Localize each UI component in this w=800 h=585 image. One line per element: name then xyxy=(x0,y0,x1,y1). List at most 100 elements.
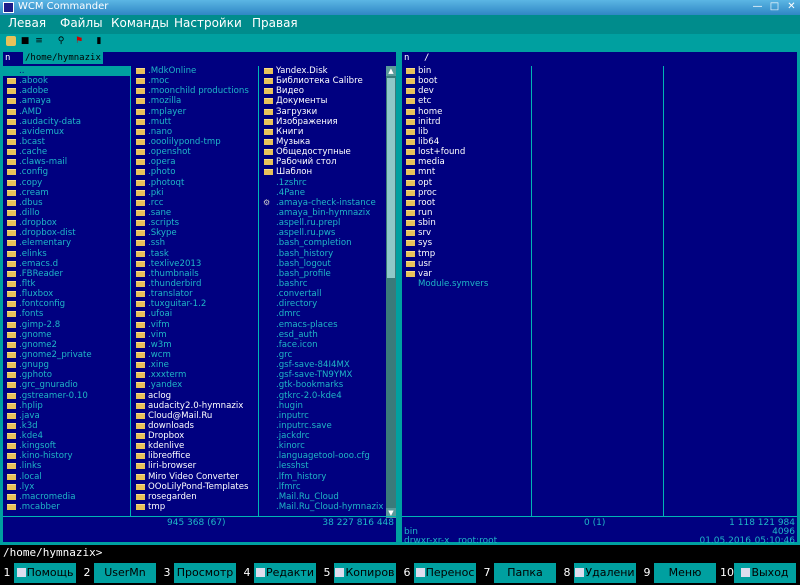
left-panel-sort[interactable]: n xyxy=(5,52,10,64)
file-entry[interactable]: .moonchild productions xyxy=(132,86,258,96)
file-entry[interactable]: .vim xyxy=(132,330,258,340)
file-entry[interactable]: .links xyxy=(3,461,130,471)
file-entry[interactable]: boot xyxy=(402,76,531,86)
scroll-up-icon[interactable]: ▲ xyxy=(386,66,396,76)
file-entry[interactable]: .audacity-data xyxy=(3,117,130,127)
file-entry[interactable]: .xxxterm xyxy=(132,370,258,380)
file-entry[interactable]: .xine xyxy=(132,360,258,370)
file-entry[interactable]: .photoqt xyxy=(132,178,258,188)
fkey-button[interactable]: Папка xyxy=(494,563,556,583)
file-entry[interactable]: .mutt xyxy=(132,117,258,127)
fkey-button[interactable]: Удалени xyxy=(574,563,636,583)
file-entry[interactable]: Изображения xyxy=(260,117,385,127)
file-entry[interactable]: lib xyxy=(402,127,531,137)
file-entry[interactable]: tmp xyxy=(402,249,531,259)
file-entry[interactable]: tmp xyxy=(132,502,258,512)
file-entry[interactable]: .esd_auth xyxy=(260,330,385,340)
file-entry[interactable]: .gtkrc-2.0-kde4 xyxy=(260,391,385,401)
file-entry[interactable]: .gimp-2.8 xyxy=(3,320,130,330)
file-entry[interactable]: Музыка xyxy=(260,137,385,147)
file-entry[interactable]: aclog xyxy=(132,391,258,401)
file-entry[interactable]: audacity2.0-hymnazix xyxy=(132,401,258,411)
file-entry[interactable]: .elinks xyxy=(3,249,130,259)
file-entry[interactable]: proc xyxy=(402,188,531,198)
file-entry[interactable]: .fltk xyxy=(3,279,130,289)
file-entry[interactable]: downloads xyxy=(132,421,258,431)
file-entry[interactable]: .grc_gnuradio xyxy=(3,380,130,390)
search-icon[interactable]: ⚲ xyxy=(56,36,66,46)
file-entry[interactable]: OOoLilyPond-Templates xyxy=(132,482,258,492)
file-entry[interactable]: mnt xyxy=(402,167,531,177)
file-entry[interactable]: .dropbox-dist xyxy=(3,228,130,238)
file-entry[interactable]: .dbus xyxy=(3,198,130,208)
file-entry[interactable]: .fluxbox xyxy=(3,289,130,299)
file-entry[interactable]: .gstreamer-0.10 xyxy=(3,391,130,401)
menu-settings[interactable]: Настройки xyxy=(174,16,242,30)
file-entry[interactable]: .pki xyxy=(132,188,258,198)
file-entry[interactable]: .claws-mail xyxy=(3,157,130,167)
file-entry[interactable]: .yandex xyxy=(132,380,258,390)
file-entry[interactable]: lib64 xyxy=(402,137,531,147)
file-entry[interactable]: liri-browser xyxy=(132,461,258,471)
file-entry[interactable]: .ooolilypond-tmp xyxy=(132,137,258,147)
file-entry[interactable]: .convertall xyxy=(260,289,385,299)
file-entry[interactable]: .aspell.ru.pws xyxy=(260,228,385,238)
file-entry[interactable]: Видео xyxy=(260,86,385,96)
file-entry[interactable]: home xyxy=(402,107,531,117)
panel-icon[interactable]: ■ xyxy=(20,36,30,46)
file-entry[interactable]: .face.icon xyxy=(260,340,385,350)
file-entry[interactable]: ⚙ .amaya-check-instance xyxy=(260,198,385,208)
file-entry[interactable]: .w3m xyxy=(132,340,258,350)
fkey-button[interactable]: Перенос xyxy=(414,563,476,583)
file-entry[interactable]: .gsf-save-84I4MX xyxy=(260,360,385,370)
file-entry[interactable]: dev xyxy=(402,86,531,96)
file-entry[interactable]: .hplip xyxy=(3,401,130,411)
file-entry[interactable]: .kino-history xyxy=(3,451,130,461)
file-entry[interactable]: root xyxy=(402,198,531,208)
file-entry[interactable]: .sane xyxy=(132,208,258,218)
menu-files[interactable]: Файлы xyxy=(60,16,103,30)
file-entry[interactable]: .thunderbird xyxy=(132,279,258,289)
file-entry[interactable]: .mozilla xyxy=(132,96,258,106)
file-entry[interactable]: Книги xyxy=(260,127,385,137)
file-entry[interactable]: .avidemux xyxy=(3,127,130,137)
file-entry[interactable]: Dropbox xyxy=(132,431,258,441)
file-entry[interactable]: Yandex.Disk xyxy=(260,66,385,76)
file-entry[interactable]: .k3d xyxy=(3,421,130,431)
info-icon[interactable]: ▮ xyxy=(94,36,104,46)
file-entry[interactable]: .inputrc.save xyxy=(260,421,385,431)
file-entry[interactable]: .mplayer xyxy=(132,107,258,117)
file-entry[interactable]: .adobe xyxy=(3,86,130,96)
file-entry[interactable]: .opera xyxy=(132,157,258,167)
file-entry[interactable]: Документы xyxy=(260,96,385,106)
close-icon[interactable]: ✕ xyxy=(786,2,797,13)
file-entry[interactable]: Miro Video Converter xyxy=(132,472,258,482)
file-entry[interactable]: .fontconfig xyxy=(3,299,130,309)
flag-icon[interactable]: ⚑ xyxy=(74,36,84,46)
file-entry[interactable]: .gnome2_private xyxy=(3,350,130,360)
fkey-button[interactable]: Меню xyxy=(654,563,716,583)
file-entry[interactable]: .4Pane xyxy=(260,188,385,198)
file-entry[interactable]: kdenlive xyxy=(132,441,258,451)
file-entry[interactable]: .task xyxy=(132,249,258,259)
file-entry[interactable]: .nano xyxy=(132,127,258,137)
file-entry[interactable]: .rcc xyxy=(132,198,258,208)
file-entry[interactable]: .inputrc xyxy=(260,411,385,421)
file-entry[interactable]: run xyxy=(402,208,531,218)
drive-icon[interactable] xyxy=(6,36,16,46)
left-scrollbar[interactable]: ▲ ▼ xyxy=(386,66,396,518)
file-entry[interactable]: .bcast xyxy=(3,137,130,147)
file-entry[interactable]: .gnome2 xyxy=(3,340,130,350)
file-entry[interactable]: .jackdrc xyxy=(260,431,385,441)
right-panel-sort[interactable]: n xyxy=(404,52,409,64)
file-entry[interactable]: .dropbox xyxy=(3,218,130,228)
file-entry[interactable]: initrd xyxy=(402,117,531,127)
file-entry[interactable]: .FBReader xyxy=(3,269,130,279)
file-entry[interactable]: .openshot xyxy=(132,147,258,157)
file-entry[interactable]: .scripts xyxy=(132,218,258,228)
command-prompt[interactable]: /home/hymnazix> xyxy=(3,546,102,559)
file-entry[interactable]: .cache xyxy=(3,147,130,157)
file-entry[interactable]: .photo xyxy=(132,167,258,177)
file-entry[interactable]: .abook xyxy=(3,76,130,86)
maximize-icon[interactable]: □ xyxy=(769,2,780,13)
